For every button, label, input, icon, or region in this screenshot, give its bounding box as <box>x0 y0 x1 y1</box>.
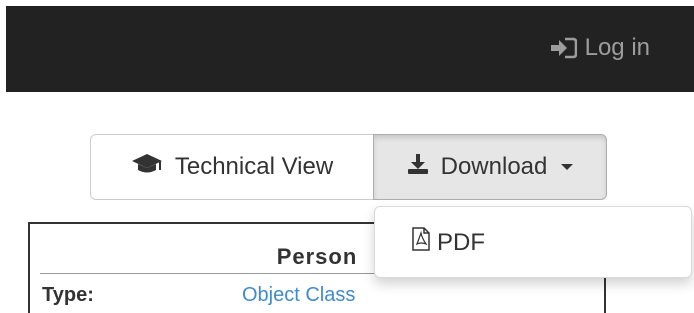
menu-item-pdf[interactable]: PDF <box>411 227 485 258</box>
technical-view-button[interactable]: Technical View <box>90 134 374 200</box>
type-label: Type: <box>42 284 94 306</box>
technical-view-label: Technical View <box>174 153 334 180</box>
page: Log in Technical View Download Person Ty… <box>0 0 694 313</box>
download-button[interactable]: Download <box>373 134 607 200</box>
type-value-link[interactable]: Object Class <box>242 284 355 307</box>
download-icon <box>407 153 429 182</box>
download-label: Download <box>440 153 548 180</box>
download-dropdown-menu: PDF <box>374 206 692 278</box>
chevron-down-icon <box>561 164 574 170</box>
graduation-cap-icon <box>131 153 163 182</box>
login-label: Log in <box>584 34 650 61</box>
menu-item-label: PDF <box>437 228 485 256</box>
login-link[interactable]: Log in <box>550 30 650 66</box>
file-pdf-icon <box>411 227 431 258</box>
top-navbar: Log in <box>6 6 694 92</box>
sign-in-icon <box>550 37 577 59</box>
